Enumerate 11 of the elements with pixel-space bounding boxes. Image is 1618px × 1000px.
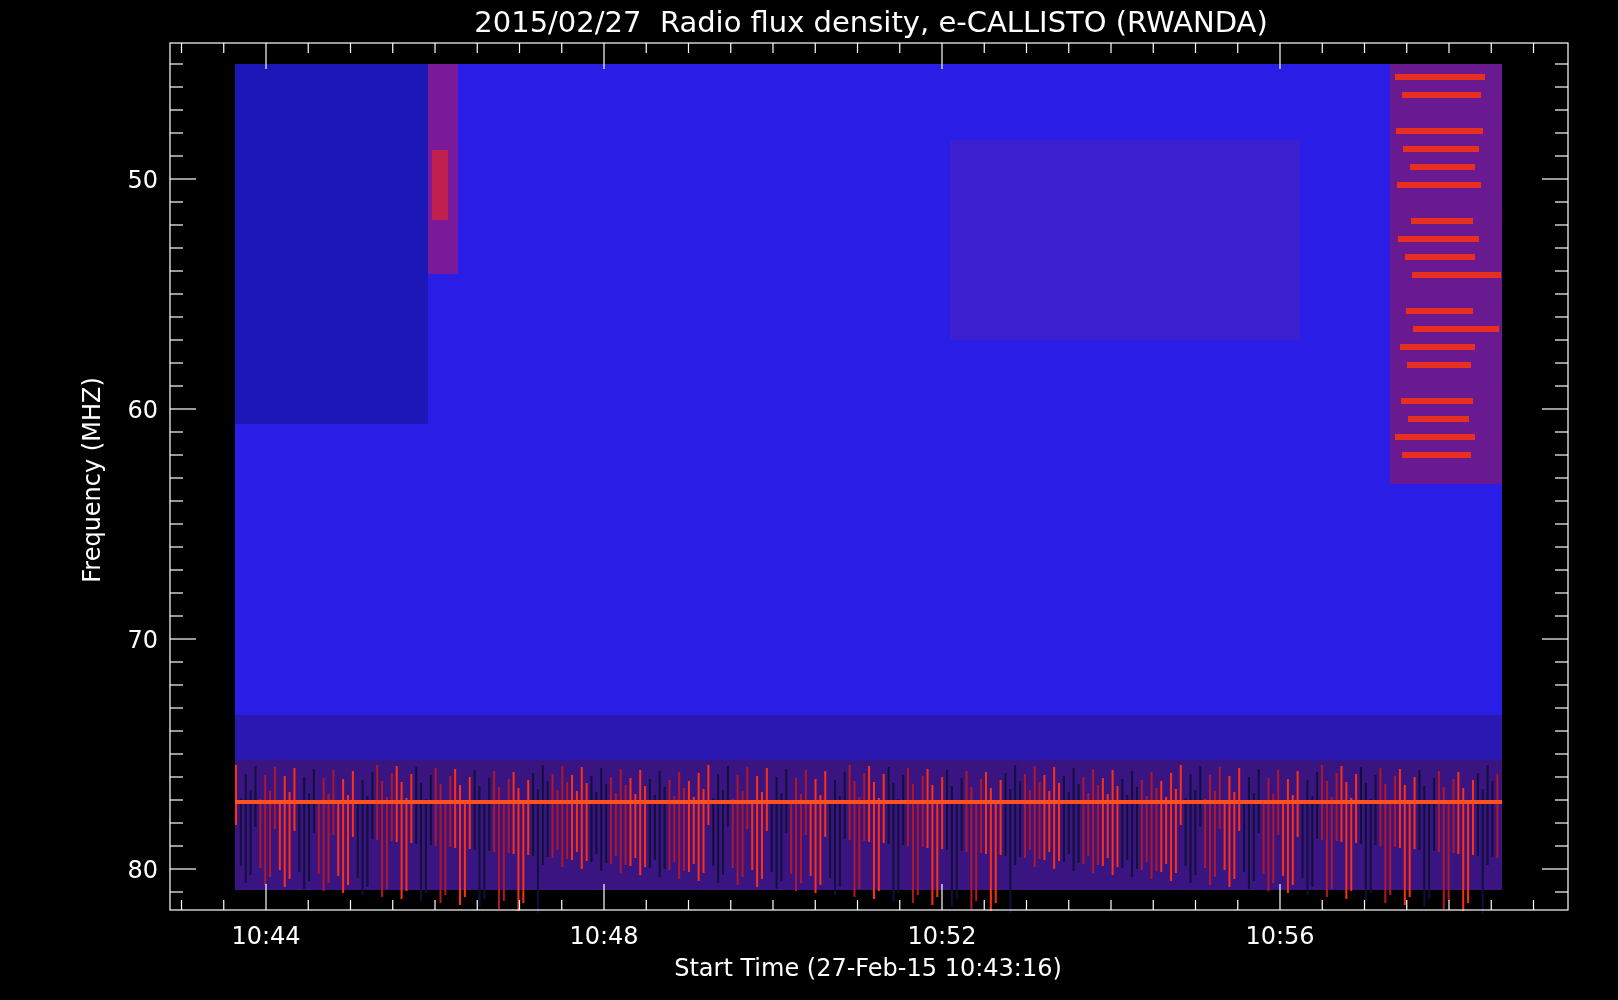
x-axis-tick-label: 10:44: [231, 922, 301, 950]
y-axis-title: Frequency (MHZ): [78, 377, 106, 583]
x-axis-title: Start Time (27-Feb-15 10:43:16): [674, 954, 1062, 982]
y-axis-tick-label: 50: [127, 166, 158, 194]
x-axis-tick-label: 10:48: [569, 922, 639, 950]
y-axis-tick-label: 80: [127, 856, 158, 884]
y-axis-tick-label: 70: [127, 626, 158, 654]
x-axis-tick-label: 10:52: [907, 922, 977, 950]
x-axis-tick-label: 10:56: [1245, 922, 1315, 950]
y-axis-tick-label: 60: [127, 396, 158, 424]
chart-title: 2015/02/27 Radio flux density, e-CALLISTO (RWANDA): [474, 5, 1268, 39]
